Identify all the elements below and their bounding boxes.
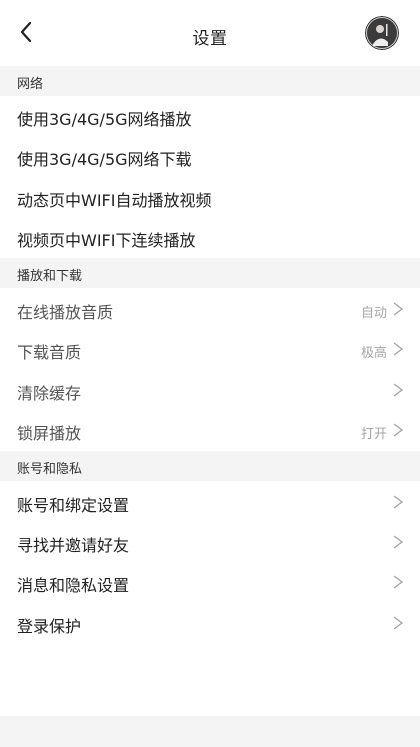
- section-title: 播放和下载: [17, 269, 83, 284]
- section-title: 网络: [17, 77, 44, 92]
- setting-label: 寻找并邀请好友: [17, 536, 130, 555]
- setting-row-online-quality[interactable]: 在线播放音质 自动: [0, 289, 420, 329]
- section-header-network: 网络: [0, 66, 420, 96]
- setting-row-account-binding[interactable]: 账号和绑定设置: [0, 482, 420, 522]
- setting-row-lockscreen-play[interactable]: 锁屏播放 打开: [0, 410, 420, 450]
- chevron-right-icon: [393, 495, 404, 509]
- setting-value: 极高: [360, 346, 387, 361]
- page-title: 设置: [192, 29, 228, 49]
- setting-label: 下载音质: [17, 343, 82, 362]
- setting-label: 动态页中WIFI自动播放视频: [17, 191, 212, 210]
- setting-label: 使用3G/4G/5G网络播放: [17, 110, 192, 129]
- setting-row-message-privacy[interactable]: 消息和隐私设置: [0, 562, 420, 602]
- avatar-image: [365, 16, 399, 50]
- user-avatar[interactable]: [365, 16, 399, 50]
- chevron-right-icon: [393, 423, 404, 437]
- setting-label: 使用3G/4G/5G网络下载: [17, 150, 192, 169]
- setting-label: 账号和绑定设置: [17, 496, 130, 515]
- setting-value: 打开: [360, 427, 387, 442]
- setting-row-login-protection[interactable]: 登录保护: [0, 603, 420, 643]
- section-header-playback: 播放和下载: [0, 258, 420, 288]
- chevron-right-icon: [393, 302, 404, 316]
- setting-label: 消息和隐私设置: [17, 576, 130, 595]
- section-title: 账号和隐私: [17, 462, 83, 477]
- setting-row-invite-friends[interactable]: 寻找并邀请好友: [0, 522, 420, 562]
- setting-label: 锁屏播放: [17, 424, 82, 443]
- setting-row-download-quality[interactable]: 下载音质 极高: [0, 329, 420, 369]
- setting-label: 登录保护: [17, 617, 82, 636]
- setting-value: 自动: [360, 306, 387, 321]
- setting-label: 在线播放音质: [17, 303, 114, 322]
- chevron-right-icon: [393, 342, 404, 356]
- footer-bar: [0, 716, 420, 747]
- setting-row-mobile-play[interactable]: 使用3G/4G/5G网络播放: [0, 96, 420, 136]
- chevron-right-icon: [393, 535, 404, 549]
- section-header-account: 账号和隐私: [0, 451, 420, 481]
- chevron-right-icon: [393, 383, 404, 397]
- setting-row-wifi-continuous[interactable]: 视频页中WIFI下连续播放: [0, 217, 420, 257]
- top-bar: 设置: [0, 0, 420, 66]
- setting-label: 清除缓存: [17, 384, 82, 403]
- setting-row-mobile-download[interactable]: 使用3G/4G/5G网络下载: [0, 136, 420, 176]
- chevron-right-icon: [393, 575, 404, 589]
- setting-label: 视频页中WIFI下连续播放: [17, 231, 196, 250]
- setting-row-clear-cache[interactable]: 清除缓存: [0, 370, 420, 410]
- setting-row-wifi-autoplay[interactable]: 动态页中WIFI自动播放视频: [0, 177, 420, 217]
- chevron-right-icon: [393, 616, 404, 630]
